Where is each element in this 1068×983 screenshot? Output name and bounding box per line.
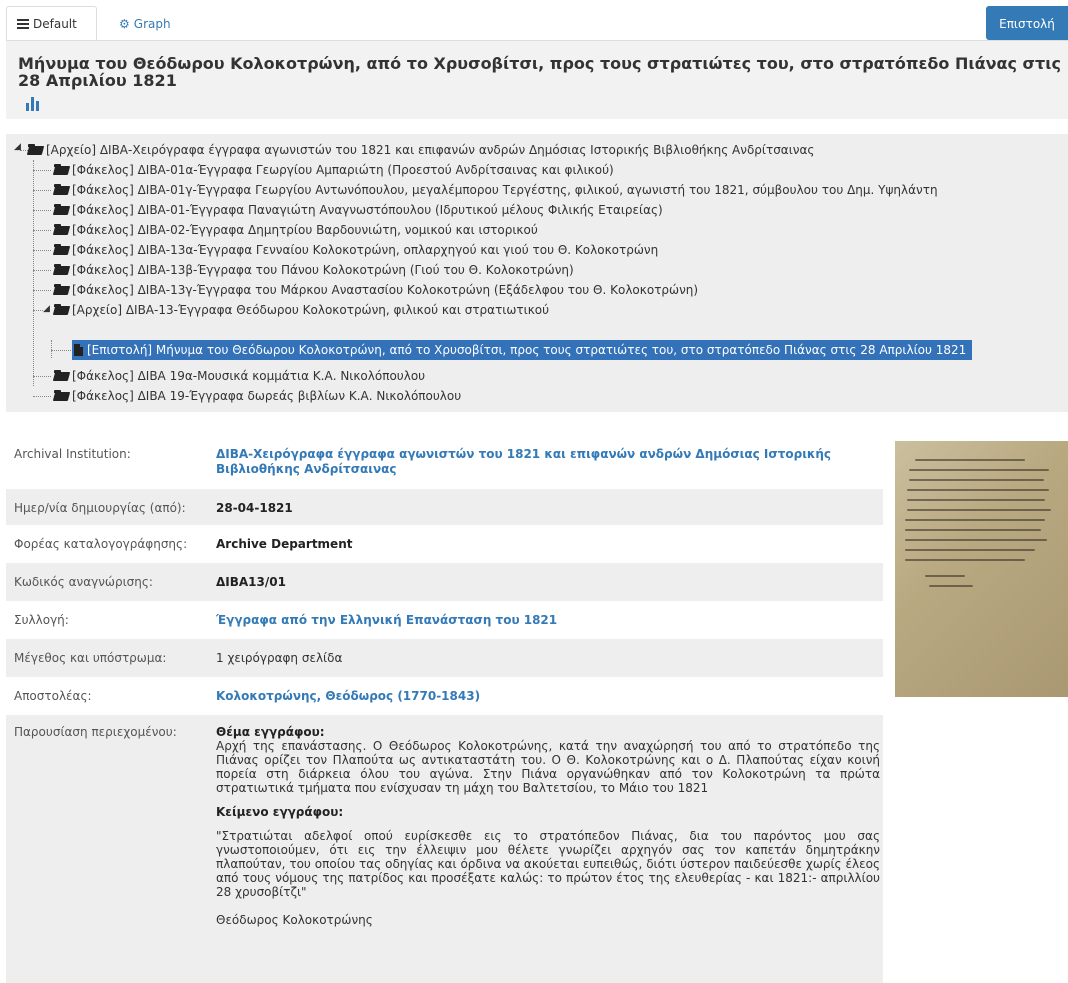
- tree-node-folder[interactable]: [Φάκελος] ΔΙΒΑ-13β-Έγγραφα του Πάνου Κολ…: [54, 260, 574, 280]
- tab-default-label: Default: [33, 16, 77, 31]
- tree-connector: [33, 160, 34, 386]
- content-presentation: Θέμα εγγράφου: Αρχή της επανάστασης. Ο Θ…: [216, 725, 880, 927]
- tab-graph[interactable]: ⚙ Graph: [109, 6, 181, 41]
- metadata-label: Archival Institution:: [14, 447, 131, 461]
- tree-connector: [33, 190, 51, 191]
- tree-node-label: [Αρχείο] ΔΙΒΑ-13-Έγγραφα Θεόδωρου Κολοκο…: [72, 303, 550, 317]
- metadata-value: 1 χειρόγραφη σελίδα: [216, 651, 343, 665]
- metadata-label: Φορέας καταλογογράφησης:: [14, 537, 188, 551]
- tree-node-folder[interactable]: [Φάκελος] ΔΙΒΑ 19-Έγγραφα δωρεάς βιβλίων…: [54, 386, 461, 406]
- tree-node-folder[interactable]: [Φάκελος] ΔΙΒΑ-01α-Έγγραφα Γεωργίου Αμπα…: [54, 160, 614, 180]
- hierarchy-tree: ◢ ◢ [Αρχείο] ΔΙΒΑ-Χειρόγραφα έγγραφα αγω…: [6, 134, 1068, 412]
- tree-node-folder[interactable]: [Φάκελος] ΔΙΒΑ-13α-Έγγραφα Γενναίου Κολο…: [54, 240, 658, 260]
- tree-node-label: [Αρχείο] ΔΙΒΑ-Χειρόγραφα έγγραφα αγωνιστ…: [46, 143, 815, 157]
- list-icon: [17, 18, 29, 29]
- document-thumbnail[interactable]: [895, 441, 1068, 697]
- metadata-value: ΔΙΒΑ13/01: [216, 575, 286, 589]
- collapse-toggle-icon[interactable]: ◢: [14, 142, 21, 152]
- metadata-row-content: Παρουσίαση περιεχομένου: Θέμα εγγράφου: …: [6, 715, 883, 983]
- metadata-table: Archival Institution: ΔΙΒΑ-Χειρόγραφα έγ…: [6, 433, 883, 983]
- tree-node-label: [Φάκελος] ΔΙΒΑ-01-Έγγραφα Παναγιώτη Αναγ…: [72, 203, 663, 217]
- collection-link[interactable]: Έγγραφα από την Ελληνική Επανάσταση του …: [216, 613, 876, 628]
- folder-open-icon: [54, 224, 70, 236]
- tree-connector: [33, 396, 51, 397]
- metadata-label: Μέγεθος και υπόστρωμα:: [14, 651, 167, 665]
- tree-node-root[interactable]: [Αρχείο] ΔΙΒΑ-Χειρόγραφα έγγραφα αγωνιστ…: [28, 140, 814, 160]
- subject-text: Αρχή της επανάστασης. Ο Θεόδωρος Κολοκοτ…: [216, 739, 880, 795]
- tree-node-label: [Φάκελος] ΔΙΒΑ-01α-Έγγραφα Γεωργίου Αμπα…: [72, 163, 614, 177]
- epistoli-type-button[interactable]: Επιστολή: [986, 6, 1068, 40]
- tree-node-folder[interactable]: [Φάκελος] ΔΙΒΑ-02-Έγγραφα Δημητρίου Βαρδ…: [54, 220, 538, 240]
- folder-open-icon: [54, 184, 70, 196]
- tree-node-label: [Φάκελος] ΔΙΒΑ-01γ-Έγγραφα Γεωργίου Αντω…: [72, 183, 938, 197]
- metadata-row-institution: Archival Institution: ΔΙΒΑ-Χειρόγραφα έγ…: [6, 433, 883, 489]
- title-panel: Μήνυμα του Θεόδωρου Κολοκοτρώνη, από το …: [6, 41, 1068, 119]
- folder-open-icon: [54, 164, 70, 176]
- metadata-row-date: Ημερ/νία δημιουργίας (από): 28-04-1821: [6, 489, 883, 525]
- folder-open-icon: [54, 284, 70, 296]
- folder-open-icon: [54, 264, 70, 276]
- folder-open-icon: [54, 370, 70, 382]
- tree-node-label: [Φάκελος] ΔΙΒΑ-13α-Έγγραφα Γενναίου Κολο…: [72, 243, 659, 257]
- text-heading: Κείμενο εγγράφου:: [216, 805, 344, 819]
- tree-connector: [33, 170, 51, 171]
- tree-connector: [33, 270, 51, 271]
- tree-connector: [51, 340, 52, 358]
- tree-node-archive[interactable]: [Αρχείο] ΔΙΒΑ-13-Έγγραφα Θεόδωρου Κολοκο…: [54, 300, 549, 320]
- file-icon: [74, 344, 83, 356]
- subject-heading: Θέμα εγγράφου:: [216, 725, 325, 739]
- metadata-row-collection: Συλλογή: Έγγραφα από την Ελληνική Επανάσ…: [6, 601, 883, 639]
- tree-node-label: [Φάκελος] ΔΙΒΑ-13γ-Έγγραφα του Μάρκου Αν…: [72, 283, 699, 297]
- tree-connector: [33, 290, 51, 291]
- tree-node-label: [Φάκελος] ΔΙΒΑ 19α-Μουσικά κομμάτια Κ.Α.…: [72, 369, 426, 383]
- tree-node-folder[interactable]: [Φάκελος] ΔΙΒΑ 19α-Μουσικά κομμάτια Κ.Α.…: [54, 366, 425, 386]
- page-title: Μήνυμα του Θεόδωρου Κολοκοτρώνη, από το …: [18, 54, 1061, 90]
- folder-open-icon: [54, 204, 70, 216]
- metadata-label: Συλλογή:: [14, 613, 69, 627]
- tree-node-label: [Φάκελος] ΔΙΒΑ-13β-Έγγραφα του Πάνου Κολ…: [72, 263, 574, 277]
- tree-connector: [33, 250, 51, 251]
- document-text: "Στρατιώται αδελφοί οπού ευρίσκεσθε εις …: [216, 829, 880, 899]
- metadata-row-cataloguer: Φορέας καταλογογράφησης: Archive Departm…: [6, 525, 883, 563]
- institution-link[interactable]: ΔΙΒΑ-Χειρόγραφα έγγραφα αγωνιστών του 18…: [216, 447, 876, 477]
- metadata-row-size: Μέγεθος και υπόστρωμα: 1 χειρόγραφη σελί…: [6, 639, 883, 677]
- folder-open-icon: [54, 244, 70, 256]
- metadata-row-code: Κωδικός αναγνώρισης: ΔΙΒΑ13/01: [6, 563, 883, 601]
- metadata-label: Ημερ/νία δημιουργίας (από):: [14, 501, 186, 515]
- tree-connector: [51, 350, 71, 351]
- tree-connector: [33, 230, 51, 231]
- metadata-value: 28-04-1821: [216, 501, 293, 515]
- tree-connector: [33, 310, 43, 311]
- tab-bar: Default ⚙ Graph: [6, 6, 1068, 41]
- signature: Θεόδωρος Κολοκοτρώνης: [216, 913, 373, 927]
- metadata-label: Κωδικός αναγνώρισης:: [14, 575, 153, 589]
- tree-connector: [33, 210, 51, 211]
- tree-node-label: [Επιστολή] Μήνυμα του Θεόδωρου Κολοκοτρώ…: [87, 343, 967, 357]
- tree-node-folder[interactable]: [Φάκελος] ΔΙΒΑ-01γ-Έγγραφα Γεωργίου Αντω…: [54, 180, 938, 200]
- folder-open-icon: [54, 390, 70, 402]
- tree-node-selected-letter[interactable]: [Επιστολή] Μήνυμα του Θεόδωρου Κολοκοτρώ…: [72, 340, 973, 360]
- tree-node-label: [Φάκελος] ΔΙΒΑ 19-Έγγραφα δωρεάς βιβλίων…: [72, 389, 462, 403]
- tree-node-label: [Φάκελος] ΔΙΒΑ-02-Έγγραφα Δημητρίου Βαρδ…: [72, 223, 538, 237]
- metadata-row-sender: Αποστολέας: Κολοκοτρώνης, Θεόδωρος (1770…: [6, 677, 883, 715]
- collapse-toggle-icon[interactable]: ◢: [43, 304, 50, 314]
- sender-link[interactable]: Κολοκοτρώνης, Θεόδωρος (1770-1843): [216, 689, 876, 704]
- statistics-icon[interactable]: [26, 97, 40, 111]
- metadata-value: Archive Department: [216, 537, 353, 551]
- gears-icon: ⚙: [119, 16, 130, 31]
- folder-open-icon: [28, 144, 44, 156]
- folder-open-icon: [54, 304, 70, 316]
- metadata-label: Παρουσίαση περιεχομένου:: [14, 725, 177, 739]
- tab-default[interactable]: Default: [6, 6, 97, 41]
- tree-node-folder[interactable]: [Φάκελος] ΔΙΒΑ-01-Έγγραφα Παναγιώτη Αναγ…: [54, 200, 663, 220]
- tree-connector: [33, 376, 51, 377]
- tab-graph-label: Graph: [133, 16, 171, 31]
- metadata-label: Αποστολέας:: [14, 689, 92, 703]
- tree-node-folder[interactable]: [Φάκελος] ΔΙΒΑ-13γ-Έγγραφα του Μάρκου Αν…: [54, 280, 698, 300]
